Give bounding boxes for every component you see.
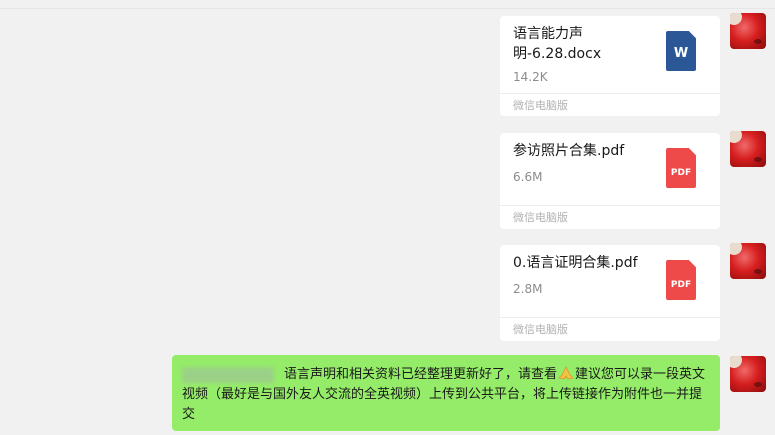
file-name: 语言能力声明-6.28.docx xyxy=(513,26,602,62)
card-divider xyxy=(500,317,720,318)
text-message-bubble[interactable]: 语言声明和相关资料已经整理更新好了，请查看 建议您可以录一段英文视频（最好是与国外… xyxy=(172,355,720,431)
file-message-card[interactable]: 0.语言证明合集.pdf 2.8M PDF 微信电脑版 xyxy=(500,245,720,341)
message-text: 语言声明和相关资料已经整理更新好了，请查看 建议您可以录一段英文视频（最好是与国外… xyxy=(182,365,712,425)
file-source-label: 微信电脑版 xyxy=(513,99,568,112)
file-name: 参访照片合集.pdf xyxy=(513,143,625,159)
file-name: 0.语言证明合集.pdf xyxy=(513,255,638,271)
file-size: 6.6M xyxy=(513,170,543,184)
pdf-icon-label: PDF xyxy=(670,280,692,290)
top-divider xyxy=(0,8,775,9)
file-size: 2.8M xyxy=(513,282,543,296)
user-avatar[interactable] xyxy=(730,13,766,49)
pdf-icon-label: PDF xyxy=(670,168,692,178)
pdf-icon: PDF xyxy=(666,260,696,300)
pdf-icon: PDF xyxy=(666,148,696,188)
file-message-card[interactable]: 语言能力声明-6.28.docx 14.2K W 微信电脑版 xyxy=(500,16,720,116)
user-avatar[interactable] xyxy=(730,131,766,167)
card-divider xyxy=(500,205,720,206)
message-text-part1: 语言声明和相关资料已经整理更新好了，请查看 xyxy=(284,367,558,382)
pray-hands-emoji-icon xyxy=(558,366,574,380)
file-source-label: 微信电脑版 xyxy=(513,323,568,336)
word-doc-icon: W xyxy=(666,31,696,71)
file-message-card[interactable]: 参访照片合集.pdf 6.6M PDF 微信电脑版 xyxy=(500,133,720,229)
word-icon-label: W xyxy=(673,46,689,61)
user-avatar[interactable] xyxy=(730,356,766,392)
file-size: 14.2K xyxy=(513,70,548,84)
user-avatar[interactable] xyxy=(730,243,766,279)
file-source-label: 微信电脑版 xyxy=(513,211,568,224)
card-divider xyxy=(500,93,720,94)
